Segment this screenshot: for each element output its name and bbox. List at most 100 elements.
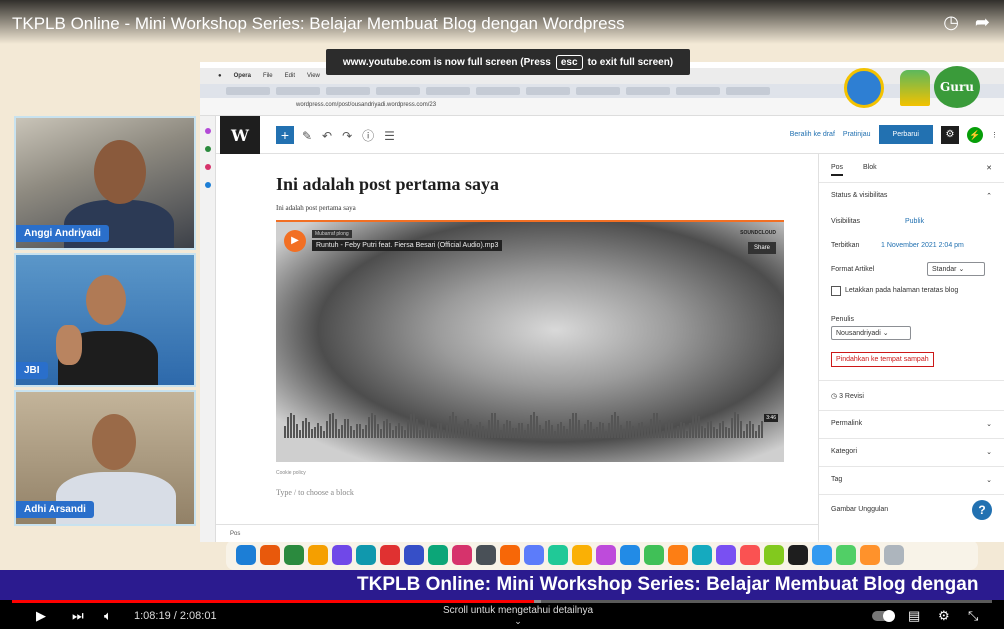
chevron-down-icon[interactable]: ⌄ xyxy=(986,448,992,456)
subtitles-icon[interactable]: ▤ xyxy=(908,608,920,624)
dock-app-icon[interactable] xyxy=(692,545,712,565)
scroll-hint[interactable]: Scroll untuk mengetahui detailnya ⌄ xyxy=(428,605,608,627)
progress-bar[interactable] xyxy=(12,600,992,603)
dock-app-icon[interactable] xyxy=(332,545,352,565)
address-url[interactable]: wordpress.com/post/ousandriyadi.wordpres… xyxy=(296,102,436,108)
soundcloud-track-title[interactable]: Runtuh - Feby Putri feat. Fiersa Besari … xyxy=(312,240,503,251)
post-title[interactable]: Ini adalah post pertama saya xyxy=(276,174,499,195)
dock-app-icon[interactable] xyxy=(500,545,520,565)
wordpress-logo-icon[interactable]: W xyxy=(220,116,260,154)
dock-app-icon[interactable] xyxy=(596,545,616,565)
exit-fullscreen-icon[interactable]: ⤡ xyxy=(968,608,978,624)
dock-app-icon[interactable] xyxy=(452,545,472,565)
chevron-up-icon[interactable]: ⌃ xyxy=(986,192,992,200)
dock-app-icon[interactable] xyxy=(428,545,448,565)
jetpack-icon[interactable]: ⚡ xyxy=(967,126,983,143)
dock-app-icon[interactable] xyxy=(356,545,376,565)
sidebar-app-icon[interactable] xyxy=(204,164,211,170)
browser-tab[interactable] xyxy=(326,87,370,95)
status-visibility-header[interactable]: Status & visibilitas xyxy=(831,192,887,199)
dock-app-icon[interactable] xyxy=(524,545,544,565)
autoplay-toggle[interactable] xyxy=(872,610,895,622)
soundcloud-embed[interactable]: ▶ Mubarraf plong Runtuh - Feby Putri fea… xyxy=(276,220,784,462)
browser-tab[interactable] xyxy=(426,87,470,95)
dock-app-icon[interactable] xyxy=(308,545,328,565)
sidebar-app-icon[interactable] xyxy=(204,182,211,188)
dock-app-icon[interactable] xyxy=(836,545,856,565)
browser-tab[interactable] xyxy=(576,87,620,95)
dock-app-icon[interactable] xyxy=(812,545,832,565)
share-button[interactable]: Share xyxy=(747,242,776,254)
browser-tab[interactable] xyxy=(476,87,520,95)
dock-app-icon[interactable] xyxy=(380,545,400,565)
help-icon[interactable]: ? xyxy=(972,500,992,520)
dock-app-icon[interactable] xyxy=(404,545,424,565)
switch-to-draft-button[interactable]: Beralih ke draf xyxy=(790,131,835,138)
dock-app-icon[interactable] xyxy=(260,545,280,565)
tab-block[interactable]: Blok xyxy=(863,164,877,171)
close-icon[interactable]: ✕ xyxy=(986,164,992,172)
chevron-down-icon[interactable]: ⌄ xyxy=(986,420,992,428)
dock-app-icon[interactable] xyxy=(884,545,904,565)
dock-app-icon[interactable] xyxy=(740,545,760,565)
sidebar-app-icon[interactable] xyxy=(204,146,211,152)
move-to-trash-button[interactable]: Pindahkan ke tempat sampah xyxy=(831,352,934,367)
share-icon[interactable]: ➦ xyxy=(975,12,990,33)
more-options-icon[interactable]: ⋮ xyxy=(991,131,998,139)
browser-tab[interactable] xyxy=(526,87,570,95)
dock-app-icon[interactable] xyxy=(572,545,592,565)
play-icon[interactable]: ▶ xyxy=(284,230,306,252)
dock-app-icon[interactable] xyxy=(620,545,640,565)
dock-app-icon[interactable] xyxy=(716,545,736,565)
dock-app-icon[interactable] xyxy=(236,545,256,565)
dock-app-icon[interactable] xyxy=(764,545,784,565)
block-placeholder[interactable]: Type / to choose a block xyxy=(276,488,354,497)
dock-app-icon[interactable] xyxy=(644,545,664,565)
dock-app-icon[interactable] xyxy=(284,545,304,565)
video-frame[interactable]: Anggi Andriyadi JBI Adhi Arsandi ● Opera… xyxy=(0,0,1004,629)
browser-tab[interactable] xyxy=(726,87,770,95)
browser-tab[interactable] xyxy=(276,87,320,95)
revisions-link[interactable]: ◷ 3 Revisi xyxy=(831,392,864,400)
settings-gear-icon[interactable]: ⚙ xyxy=(938,608,950,624)
tags-section[interactable]: Tag xyxy=(831,476,842,483)
visibility-value[interactable]: Publik xyxy=(905,218,924,225)
waveform-bar xyxy=(572,412,574,438)
video-title[interactable]: TKPLB Online - Mini Workshop Series: Bel… xyxy=(12,14,625,34)
sidebar-app-icon[interactable] xyxy=(204,128,211,134)
browser-tab[interactable] xyxy=(226,87,270,95)
edit-tools[interactable]: ✎↶↷ⓘ☰ xyxy=(302,127,405,144)
browser-tab[interactable] xyxy=(376,87,420,95)
dock-app-icon[interactable] xyxy=(548,545,568,565)
categories-section[interactable]: Kategori xyxy=(831,448,857,455)
preview-button[interactable]: Pratinjau xyxy=(843,131,871,138)
browser-tab[interactable] xyxy=(626,87,670,95)
sticky-checkbox[interactable] xyxy=(831,286,841,296)
menubar-file[interactable]: File xyxy=(263,73,273,79)
play-icon[interactable]: ▶ xyxy=(36,608,46,624)
author-select[interactable]: Nousandriyadi ⌄ xyxy=(831,326,911,340)
browser-tab[interactable] xyxy=(676,87,720,95)
dock-app-icon[interactable] xyxy=(788,545,808,565)
post-paragraph[interactable]: Ini adalah post pertama saya xyxy=(276,204,356,212)
watch-later-icon[interactable]: ◷ xyxy=(943,12,959,33)
gear-icon[interactable]: ⚙ xyxy=(941,125,959,144)
add-block-button[interactable]: + xyxy=(276,126,294,144)
cookie-policy-link[interactable]: Cookie policy xyxy=(276,470,306,476)
featured-image-section[interactable]: Gambar Unggulan xyxy=(831,506,888,513)
dock-app-icon[interactable] xyxy=(668,545,688,565)
chevron-down-icon[interactable]: ⌄ xyxy=(986,476,992,484)
dock-app-icon[interactable] xyxy=(476,545,496,565)
dock-app-icon[interactable] xyxy=(860,545,880,565)
soundcloud-logo[interactable]: SOUNDCLOUD xyxy=(740,230,776,236)
update-button[interactable]: Perbarui xyxy=(878,125,933,144)
menubar-view[interactable]: View xyxy=(307,73,320,79)
permalink-section[interactable]: Permalink xyxy=(831,420,862,427)
post-format-select[interactable]: Standar ⌄ xyxy=(927,262,985,276)
publish-date[interactable]: 1 November 2021 2:04 pm xyxy=(881,242,964,249)
next-icon[interactable]: ⏭ xyxy=(72,608,84,624)
volume-icon[interactable]: 🔈︎ xyxy=(104,608,112,624)
waveform[interactable] xyxy=(284,412,764,438)
soundcloud-user[interactable]: Mubarraf plong xyxy=(312,230,352,238)
menubar-edit[interactable]: Edit xyxy=(285,73,295,79)
